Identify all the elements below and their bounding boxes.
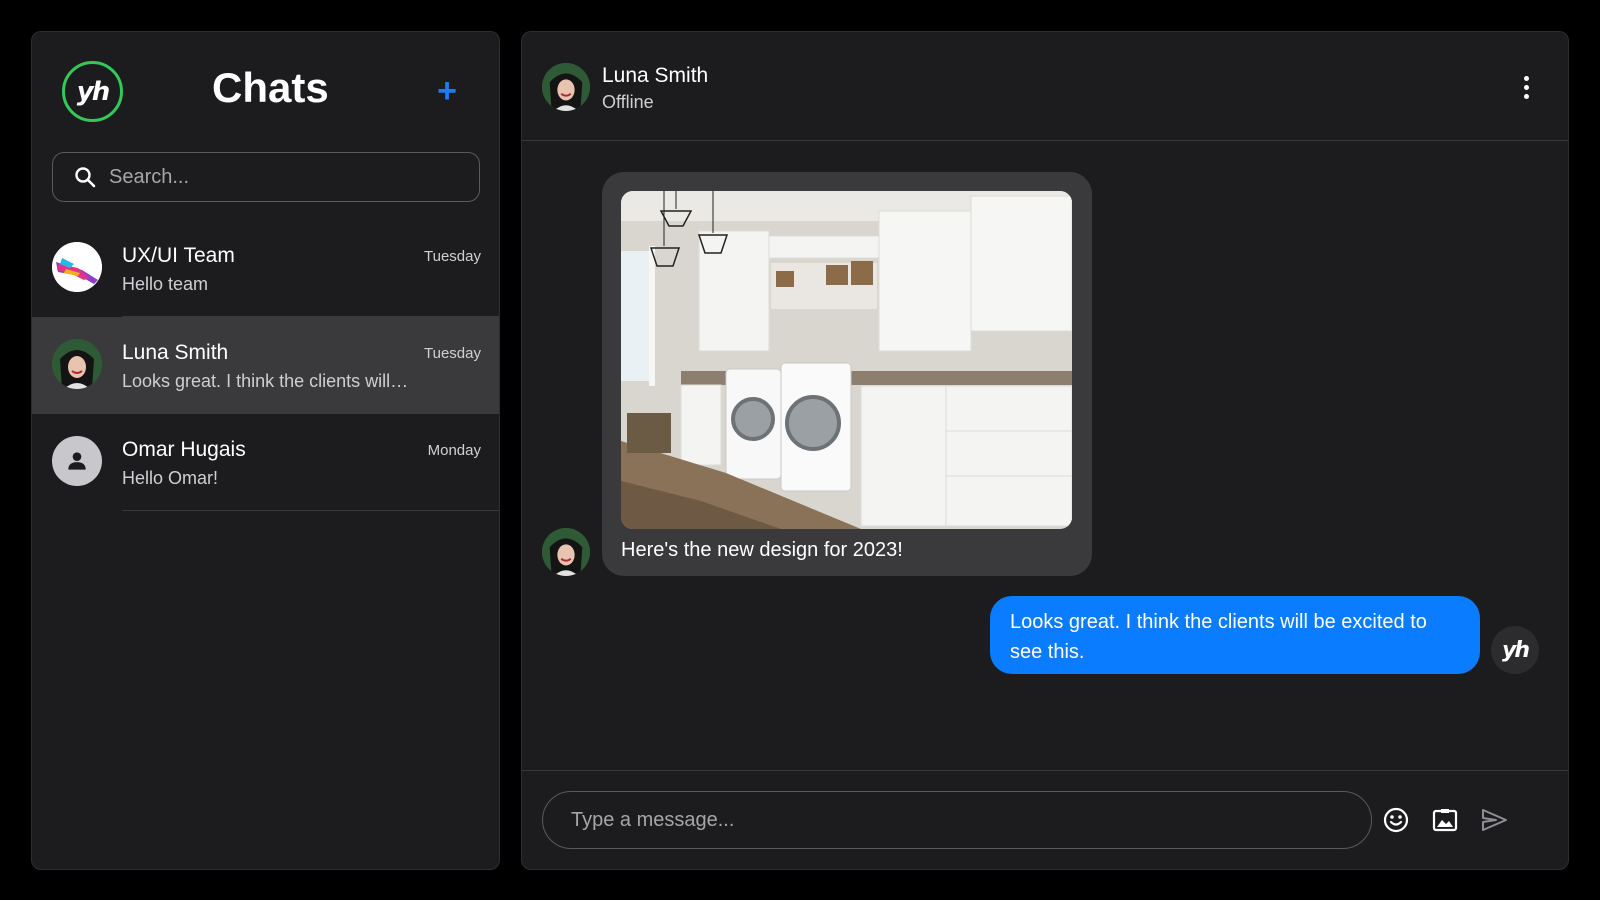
message-input[interactable] xyxy=(542,791,1372,849)
contact-name: Luna Smith xyxy=(602,64,709,87)
message-text: Here's the new design for 2023! xyxy=(621,539,903,561)
default-avatar xyxy=(52,436,102,486)
chat-name: Luna Smith xyxy=(122,341,229,364)
message-composer xyxy=(522,770,1568,869)
chat-item-uxui-team[interactable]: UX/UI Team Tuesday Hello team xyxy=(32,220,499,317)
contact-status: Offline xyxy=(602,92,654,112)
send-icon[interactable] xyxy=(1478,804,1510,836)
dot xyxy=(1523,93,1529,99)
search-input[interactable] xyxy=(109,165,469,189)
dot xyxy=(1523,84,1529,90)
chats-sidebar: yh Chats + UX/UI Team Tuesday xyxy=(31,31,500,870)
conversation-panel: Luna Smith Offline Here's the new design… xyxy=(521,31,1569,870)
search-icon xyxy=(75,167,96,188)
sender-avatar xyxy=(542,528,590,576)
contact-avatar[interactable] xyxy=(542,63,590,111)
chat-item-omar-hugais[interactable]: Omar Hugais Monday Hello Omar! xyxy=(32,414,499,511)
conversation-header: Luna Smith Offline xyxy=(522,32,1568,141)
image-icon[interactable] xyxy=(1429,804,1461,836)
chat-date: Monday xyxy=(427,442,481,459)
chat-preview: Looks great. I think the clients will be… xyxy=(122,371,412,391)
app-logo[interactable]: yh xyxy=(62,61,123,122)
search-box[interactable] xyxy=(52,152,480,202)
chat-date: Tuesday xyxy=(424,345,481,362)
logo-text: yh xyxy=(1501,637,1530,663)
outgoing-message-bubble: Looks great. I think the clients will be… xyxy=(990,596,1480,674)
emoji-icon[interactable] xyxy=(1380,804,1412,836)
message-image[interactable] xyxy=(621,191,1072,529)
divider xyxy=(122,510,499,511)
sidebar-title: Chats xyxy=(212,64,329,111)
chat-preview: Hello Omar! xyxy=(122,468,219,488)
chat-list: UX/UI Team Tuesday Hello team Luna Smith… xyxy=(32,220,499,511)
chat-name: Omar Hugais xyxy=(122,438,246,461)
chat-name: UX/UI Team xyxy=(122,244,235,267)
plus-icon: + xyxy=(437,71,457,110)
chat-preview: Hello team xyxy=(122,274,209,294)
logo-text: yh xyxy=(76,76,110,107)
my-avatar: yh xyxy=(1491,626,1539,674)
person-icon xyxy=(68,452,86,470)
new-chat-button[interactable]: + xyxy=(432,72,462,110)
dot xyxy=(1523,75,1529,81)
incoming-message-bubble: Here's the new design for 2023! xyxy=(602,172,1092,576)
group-avatar xyxy=(52,242,102,292)
more-options-button[interactable] xyxy=(1514,72,1538,102)
luna-avatar xyxy=(52,339,102,389)
chat-item-luna-smith[interactable]: Luna Smith Tuesday Looks great. I think … xyxy=(32,317,499,414)
chat-date: Tuesday xyxy=(424,248,481,265)
